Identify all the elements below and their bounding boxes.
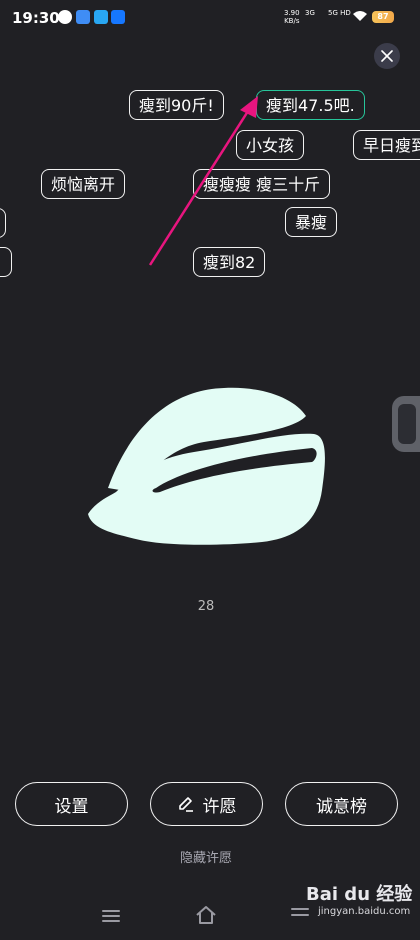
side-tab-icon <box>398 404 416 444</box>
watermark-brand: Bai du 经验 <box>306 884 413 905</box>
side-float-tab[interactable] <box>392 396 420 452</box>
pen-icon <box>178 797 193 812</box>
home-icon[interactable] <box>194 905 218 925</box>
baidu-watermark: Bai du 经验 jingyan.baidu.com <box>306 880 416 936</box>
watermark-url: jingyan.baidu.com <box>318 906 411 917</box>
annotation-arrow <box>148 96 258 266</box>
menu-icon[interactable] <box>101 908 121 924</box>
ranking-button[interactable]: 诚意榜 <box>285 782 398 826</box>
settings-button[interactable]: 设置 <box>15 782 128 826</box>
make-wish-label: 许愿 <box>202 796 237 817</box>
lips-illustration <box>88 387 325 545</box>
settings-label: 设置 <box>54 796 89 817</box>
hide-wish-link[interactable]: 隐藏许愿 <box>0 847 412 866</box>
ranking-label: 诚意榜 <box>316 796 367 817</box>
make-wish-button[interactable]: 许愿 <box>150 782 263 826</box>
app-screen: 19:30 3.90 KB/s 3G 5G HD 87 瘦到90斤! 瘦到47.… <box>0 0 420 940</box>
wish-count: 28 <box>197 599 215 614</box>
